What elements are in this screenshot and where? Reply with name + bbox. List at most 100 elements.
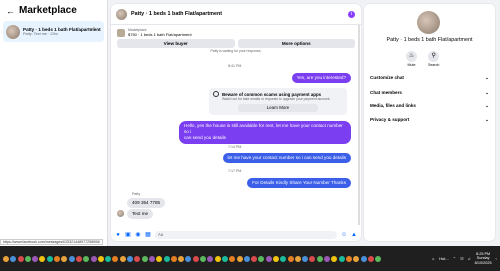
message-incoming[interactable]: 409 354 7785 [127,198,166,209]
message-outgoing[interactable]: Yes, are you interested? [291,73,351,84]
arrow-left-icon[interactable]: ← [6,6,15,16]
taskbar-app-icon[interactable] [141,255,148,262]
taskbar-app-icon[interactable] [214,255,221,262]
taskbar-app-icon[interactable] [192,255,199,262]
taskbar-app-icon[interactable] [178,255,185,262]
chevron-down-icon: ⌄ [485,103,489,108]
taskbar-app-icon[interactable] [46,255,53,262]
taskbar-app-icon[interactable] [68,255,75,262]
system-tray: ☼ Hot... ⌃ ☷ ♫ 8:25 PM Sunday 8/10/2025 … [431,246,497,271]
taskbar-app-icon[interactable] [207,255,214,262]
sender-name: Patty [132,192,141,196]
wifi-icon[interactable]: ☷ [460,256,464,261]
taskbar-app-icon[interactable] [294,255,301,262]
listing-title[interactable]: $750 · 1 beds 1 bath Flat/apartment [128,32,192,37]
taskbar-app-icon[interactable] [134,255,141,262]
notification-icon[interactable]: ▫ [496,256,497,261]
taskbar-app-icon[interactable] [287,255,294,262]
taskbar-app-icon[interactable] [170,255,177,262]
conversation-item[interactable]: Patty · 1 beds 1 bath Flat/apartment Pat… [3,21,104,42]
taskbar-app-icon[interactable] [338,255,345,262]
listing-card: Marketplace $750 · 1 beds 1 bath Flat/ap… [111,25,361,56]
taskbar-app-icon[interactable] [3,255,9,262]
learn-more-button[interactable]: Learn More [238,104,318,112]
clock[interactable]: 8:25 PM Sunday 8/10/2025 [475,252,492,266]
taskbar-app-icon[interactable] [265,255,272,262]
info-icon[interactable]: i [348,11,355,18]
taskbar-app-icon[interactable] [112,255,119,262]
scrollbar[interactable] [358,25,360,225]
taskbar-app-icon[interactable] [97,255,104,262]
taskbar-app-icon[interactable] [105,255,112,262]
taskbar-app-icon[interactable] [345,255,352,262]
taskbar-app-icon[interactable] [148,255,155,262]
view-buyer-button[interactable]: View buyer [117,39,235,48]
more-options-button[interactable]: More options [237,39,355,48]
taskbar-app-icon[interactable] [367,255,374,262]
taskbar-app-icon[interactable] [10,255,17,262]
taskbar-app-icon[interactable] [229,255,236,262]
chevron-up-icon[interactable]: ⌃ [453,256,456,261]
taskbar-app-icon[interactable] [17,255,24,262]
taskbar-app-icon[interactable] [243,255,250,262]
taskbar-app-icon[interactable] [83,255,90,262]
taskbar-app-icon[interactable] [236,255,243,262]
taskbar-app-icon[interactable] [156,255,163,262]
taskbar-app-icon[interactable] [163,255,170,262]
taskbar-app-icon[interactable] [32,255,39,262]
sticker-icon[interactable]: ◉ [135,232,141,238]
taskbar-app-icon[interactable] [251,255,258,262]
taskbar-app-icon[interactable] [127,255,134,262]
mute-button[interactable]: ♨ Mute [406,51,417,67]
gif-icon[interactable]: ▦ [145,232,151,238]
like-icon[interactable]: ▲ [351,232,357,238]
taskbar-app-icon[interactable] [316,255,323,262]
taskbar-app-icon[interactable] [309,255,316,262]
section-media-files-links[interactable]: Media, files and links ⌄ [370,103,489,109]
taskbar-app-icon[interactable] [272,255,279,262]
more-icon[interactable]: ⋯ [94,27,100,34]
taskbar-app-icon[interactable] [221,255,228,262]
taskbar-app-icon[interactable] [61,255,68,262]
taskbar-app-icon[interactable] [90,255,97,262]
message-outgoing[interactable]: For Details Kindly Share Your Number Tha… [247,178,351,189]
message-outgoing[interactable]: Hello, yes the house is still available … [179,121,351,144]
taskbar-app-icon[interactable] [24,255,31,262]
avatar[interactable] [417,11,440,34]
taskbar-app-icon[interactable] [119,255,126,262]
waiting-note: Patty is waiting for your response. [210,49,262,53]
taskbar-app-icon[interactable] [258,255,265,262]
message-input[interactable]: Aa [155,231,337,239]
taskbar-app-icon[interactable] [200,255,207,262]
taskbar-app-icon[interactable] [331,255,338,262]
taskbar-app-icon[interactable] [375,255,382,262]
weather-icon[interactable]: ☼ [431,256,435,261]
avatar[interactable] [116,8,127,20]
taskbar-app-icon[interactable] [353,255,360,262]
section-chat-members[interactable]: Chat members ⌄ [370,90,489,96]
taskbar-app-icon[interactable] [280,255,287,262]
taskbar-app-icon[interactable] [324,255,331,262]
chat-title[interactable]: Patty · 1 beds 1 bath Flat/apartment [131,11,222,17]
search-button[interactable]: ⚲ Search [428,51,439,67]
microphone-icon[interactable]: ● [115,232,121,238]
listing-thumbnail[interactable] [117,28,125,37]
taskbar-app-icon[interactable] [75,255,82,262]
taskbar-app-icon[interactable] [302,255,309,262]
taskbar-app-icon[interactable] [185,255,192,262]
taskbar-app-icon[interactable] [360,255,367,262]
taskbar-app-icon[interactable] [54,255,61,262]
chevron-down-icon: ⌄ [485,117,489,122]
section-customize-chat[interactable]: Customize chat ⌄ [370,75,489,81]
message-incoming[interactable]: Text me [127,209,154,220]
section-privacy-support[interactable]: Privacy & support ⌄ [370,117,489,123]
weather-label[interactable]: Hot... [439,256,449,261]
message-line: Hello, yes the house is still available … [184,123,343,135]
emoji-icon[interactable]: ☺ [341,232,347,238]
speaker-icon[interactable]: ♫ [468,256,471,261]
sidebar-title: Marketplace [19,5,77,16]
message-outgoing[interactable]: let me have your contact number so i can… [222,153,351,164]
image-icon[interactable]: ▣ [125,232,131,238]
status-url: https://www.facebook.com/messages/t/2532… [0,239,104,245]
taskbar-app-icon[interactable] [39,255,46,262]
